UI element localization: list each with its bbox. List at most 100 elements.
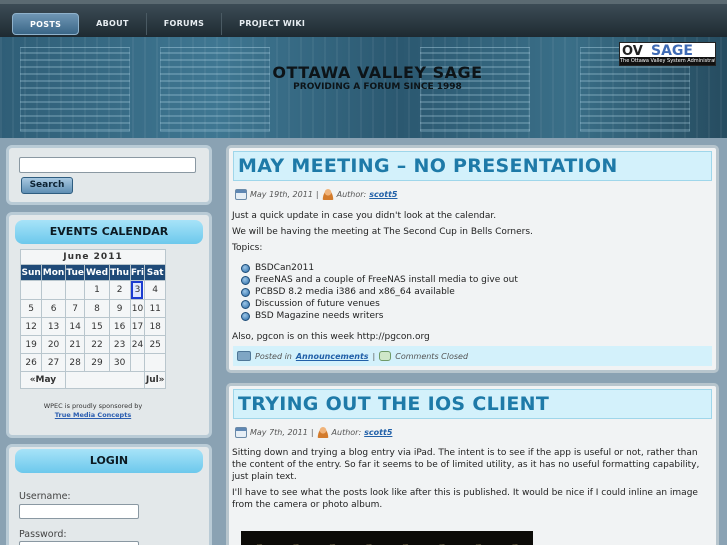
post-paragraph: We will be having the meeting at The Sec… — [232, 227, 533, 237]
post: MAY MEETING – NO PRESENTATION May 19th, … — [226, 145, 719, 373]
events-calendar-title: EVENTS CALENDAR — [15, 220, 203, 244]
topics-list: BSDCan2011 FreeNAS and a couple of FreeN… — [241, 262, 518, 322]
nav-posts[interactable]: POSTS — [12, 13, 80, 35]
logo-strip: The Ottawa Valley System Administrators … — [620, 57, 715, 65]
calendar-day-header: Thu — [108, 264, 131, 281]
calendar-day[interactable]: 21 — [64, 335, 86, 354]
calendar-today-label: 3 — [131, 281, 144, 299]
site-title[interactable]: OTTAWA VALLEY SAGE — [0, 63, 727, 82]
author-link[interactable]: scott5 — [369, 190, 397, 199]
post-paragraph: Also, pgcon is on this week http://pgcon… — [232, 332, 430, 342]
calendar-day-header: Tue — [64, 264, 86, 281]
calendar-day[interactable]: 23 — [108, 335, 131, 354]
post-paragraph: Topics: — [232, 243, 263, 253]
list-item: FreeNAS and a couple of FreeNAS install … — [241, 274, 518, 286]
calendar-day[interactable]: 7 — [64, 299, 86, 318]
calendar-day[interactable]: 2 — [108, 280, 131, 300]
nav-project-wiki[interactable]: PROJECT WIKI — [222, 13, 322, 35]
list-item: BSDCan2011 — [241, 262, 518, 274]
top-navigation-bar: POSTS ABOUT FORUMS PROJECT WIKI — [0, 0, 727, 37]
comments-status: Comments Closed — [395, 351, 469, 361]
calendar-day[interactable]: 17 — [129, 317, 146, 336]
calendar-day[interactable]: 11 — [144, 299, 166, 318]
site-tagline: PROVIDING A FORUM SINCE 1998 — [293, 82, 462, 92]
calendar-day-header: Fri — [129, 264, 146, 281]
post-paragraph: I'll have to see what the posts look lik… — [232, 488, 698, 510]
meta-separator: | — [310, 428, 314, 437]
calendar-day[interactable]: 27 — [41, 353, 66, 372]
post-paragraph: Just a quick update in case you didn't l… — [232, 211, 497, 221]
calendar-day[interactable]: 29 — [84, 353, 110, 372]
calendar-day[interactable]: 26 — [19, 353, 43, 372]
calendar-prev-month-link[interactable]: «May — [20, 371, 66, 389]
events-calendar-widget: EVENTS CALENDAR June 2011 Sun Mon Tue We… — [6, 212, 212, 438]
post-meta: May 19th, 2011 | Author: scott5 — [235, 189, 397, 200]
post: TRYING OUT THE IOS CLIENT May 7th, 2011 … — [226, 383, 719, 545]
calendar-day[interactable]: 16 — [108, 317, 131, 336]
skull-icon: ☠ — [398, 541, 412, 545]
skull-icon: ☠ — [471, 541, 485, 545]
calendar-day[interactable]: 28 — [64, 353, 86, 372]
calendar-day[interactable]: 24 — [129, 335, 146, 354]
calendar-day[interactable]: 6 — [41, 299, 66, 318]
search-input[interactable] — [19, 157, 196, 173]
post-date: May 19th, 2011 — [250, 190, 313, 199]
password-field[interactable] — [19, 541, 139, 545]
calendar-day[interactable]: 18 — [144, 317, 166, 336]
calendar-day[interactable]: 12 — [19, 317, 43, 336]
list-item: BSD Magazine needs writers — [241, 310, 518, 322]
sponsor-link[interactable]: True Media Concepts — [20, 411, 166, 420]
calendar-day[interactable]: 20 — [41, 335, 66, 354]
calendar-day[interactable]: 13 — [41, 317, 66, 336]
post-paragraph: Sitting down and trying a blog entry via… — [232, 448, 700, 482]
list-item: Discussion of future venues — [241, 298, 518, 310]
nav-forums[interactable]: FORUMS — [147, 13, 223, 35]
calendar-day[interactable]: 30 — [108, 353, 131, 372]
calendar-day[interactable]: 9 — [108, 299, 131, 318]
sponsor-text: WPEC is proudly sponsored by — [43, 402, 143, 410]
calendar-day[interactable]: 14 — [64, 317, 86, 336]
password-label: Password: — [19, 529, 67, 540]
user-icon — [321, 189, 334, 200]
calendar-day[interactable]: 25 — [144, 335, 166, 354]
post-title[interactable]: MAY MEETING – NO PRESENTATION — [233, 151, 712, 181]
calendar-day — [19, 280, 43, 300]
calendar-day[interactable]: 10 — [129, 299, 146, 318]
meta-separator: | — [315, 190, 319, 199]
post-title[interactable]: TRYING OUT THE IOS CLIENT — [233, 389, 712, 419]
calendar-month: June 2011 — [20, 249, 166, 265]
calendar-day-header: Sat — [144, 264, 166, 281]
calendar-nav-spacer — [64, 371, 146, 389]
calendar-table: June 2011 Sun Mon Tue Wed Thu Fri Sat 1 … — [19, 249, 166, 389]
calendar-day[interactable]: 5 — [19, 299, 43, 318]
calendar-day[interactable]: 1 — [84, 280, 110, 300]
post-meta: May 7th, 2011 | Author: scott5 — [235, 427, 392, 438]
author-link[interactable]: scott5 — [364, 428, 392, 437]
author-label: Author: — [336, 190, 367, 199]
calendar-next-month-link[interactable]: Jul» — [144, 371, 166, 389]
calendar-day[interactable]: 15 — [84, 317, 110, 336]
main-nav: POSTS ABOUT FORUMS PROJECT WIKI — [12, 13, 322, 35]
calendar-day-today[interactable]: 3 — [129, 280, 146, 300]
username-label: Username: — [19, 491, 71, 502]
calendar-day[interactable]: 8 — [84, 299, 110, 318]
search-button[interactable]: Search — [21, 177, 73, 194]
calendar-day[interactable]: 4 — [144, 280, 166, 300]
search-widget: Search — [6, 145, 212, 205]
calendar-sponsor: WPEC is proudly sponsored by True Media … — [20, 402, 166, 420]
calendar-day-header: Sun — [19, 264, 43, 281]
site-logo[interactable]: OV SAGE The Ottawa Valley System Adminis… — [619, 42, 716, 66]
skull-icon: ☠ — [362, 541, 376, 545]
site-header: OTTAWA VALLEY SAGE PROVIDING A FORUM SIN… — [0, 37, 727, 138]
category-link[interactable]: Announcements — [296, 352, 369, 361]
posted-in-icon — [237, 351, 251, 361]
calendar-day — [64, 280, 86, 300]
posted-in-label: Posted in — [255, 351, 292, 361]
calendar-day[interactable]: 19 — [19, 335, 43, 354]
calendar-icon — [235, 189, 247, 200]
skull-icon: ☠ — [435, 541, 449, 545]
nav-about[interactable]: ABOUT — [79, 13, 147, 35]
user-icon — [316, 427, 329, 438]
username-field[interactable] — [19, 504, 139, 519]
calendar-day[interactable]: 22 — [84, 335, 110, 354]
